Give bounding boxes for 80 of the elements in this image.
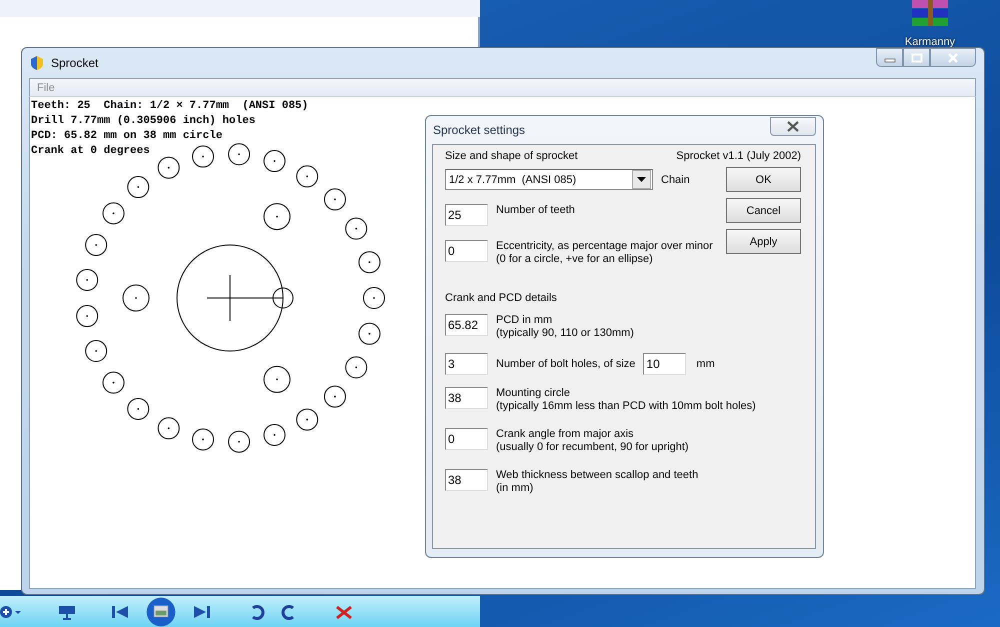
- window-title: Sprocket: [51, 56, 98, 70]
- play-icon[interactable]: [146, 596, 176, 626]
- tooth-hole: [85, 234, 108, 256]
- chain-dropdown[interactable]: 1/2 x 7.77mm (ANSI 085): [445, 169, 653, 190]
- field-label: Number of bolt holes, of size: [496, 358, 636, 370]
- tooth-hole: [85, 340, 108, 362]
- tooth-hole: [324, 386, 346, 408]
- tooth-hole: [102, 202, 124, 224]
- close-icon: [786, 121, 800, 132]
- field-hint: (typically 16mm less than PCD with 10mm bolt holes): [496, 400, 756, 413]
- info-text: Crank at 0 degrees: [31, 144, 150, 159]
- field-label: Web thickness between scallop and teeth: [496, 469, 698, 482]
- tooth-hole: [102, 372, 124, 394]
- version-label: Sprocket v1.1 (July 2002): [676, 150, 801, 163]
- tooth-hole: [76, 305, 98, 328]
- text-field[interactable]: 0: [445, 428, 488, 450]
- tooth-hole: [296, 165, 318, 188]
- field-label: Mounting circle: [496, 387, 571, 400]
- tooth-hole: [358, 322, 380, 345]
- tooth-hole: [127, 176, 150, 198]
- tooth-hole: [358, 251, 380, 274]
- app-icon: [29, 55, 45, 71]
- text-field[interactable]: 38: [445, 387, 488, 409]
- tooth-hole: [127, 398, 150, 420]
- maximize-icon: [910, 52, 922, 62]
- tooth-hole: [345, 218, 368, 240]
- close-icon: [947, 52, 959, 62]
- tooth-hole: [324, 188, 346, 210]
- info-text: PCD: 65.82 mm on 38 mm circle: [31, 129, 222, 144]
- field-label: Crank angle from major axis: [496, 428, 635, 441]
- field-hint: (0 for a circle, +ve for an ellipse): [496, 253, 654, 266]
- bolt-hole: [264, 366, 290, 393]
- bolt-hole: [122, 284, 150, 312]
- dialog-button[interactable]: Cancel: [726, 198, 801, 223]
- minimize-button[interactable]: [876, 48, 903, 67]
- section-heading: Size and shape of sprocket: [445, 150, 578, 163]
- archive-icon[interactable]: [910, 0, 950, 26]
- text-field[interactable]: 3: [445, 353, 488, 375]
- dialog-title: Sprocket settings: [433, 123, 526, 137]
- text-field[interactable]: 25: [445, 204, 488, 226]
- caret-icon: [637, 177, 646, 182]
- dialog-button[interactable]: Apply: [726, 229, 801, 254]
- section-heading: Crank and PCD details: [445, 292, 558, 305]
- text-field[interactable]: 0: [445, 240, 488, 262]
- text-field[interactable]: 65.82: [445, 314, 488, 336]
- field-hint: (typically 90, 110 or 130mm): [496, 327, 634, 340]
- tooth-hole: [345, 356, 368, 378]
- field-label: Number of teeth: [496, 204, 575, 217]
- icon-label[interactable]: Karmanny: [904, 36, 956, 48]
- slideshow-icon[interactable]: [56, 604, 78, 620]
- crosshair-icon: [206, 274, 284, 322]
- bolt-hole: [264, 203, 290, 230]
- tooth-hole: [296, 408, 318, 431]
- tooth-hole: [76, 268, 98, 291]
- tooth-hole: [158, 156, 180, 179]
- field-label: Chain: [661, 174, 690, 186]
- tooth-hole: [228, 143, 250, 166]
- tooth-hole: [363, 287, 385, 309]
- close-button[interactable]: [770, 117, 816, 136]
- info-text: Drill 7.77mm (0.305906 inch) holes: [31, 114, 256, 129]
- dialog-button[interactable]: OK: [726, 167, 801, 192]
- field-hint: (usually 0 for recumbent, 90 for upright): [496, 441, 689, 454]
- field-hint: (in mm): [496, 482, 534, 495]
- delete-icon[interactable]: [334, 604, 354, 620]
- tooth-hole: [264, 150, 286, 172]
- unit-label: mm: [696, 358, 715, 370]
- zoom-icon[interactable]: [0, 604, 22, 620]
- text-field[interactable]: 38: [445, 469, 488, 491]
- text-field[interactable]: 10: [643, 353, 686, 375]
- tooth-hole: [228, 430, 250, 453]
- close-button[interactable]: [930, 48, 976, 67]
- tooth-hole: [192, 428, 214, 450]
- crank-marker: [272, 288, 294, 308]
- tooth-hole: [192, 146, 214, 168]
- field-label: Eccentricity, as percentage major over minor: [496, 240, 713, 253]
- tooth-hole: [264, 424, 286, 446]
- maximize-button[interactable]: [903, 48, 930, 67]
- field-label: PCD in mm: [496, 314, 554, 327]
- tooth-hole: [158, 417, 180, 440]
- info-text: Teeth: 25 Chain: 1/2 × 7.77mm (ANSI 085): [31, 99, 308, 114]
